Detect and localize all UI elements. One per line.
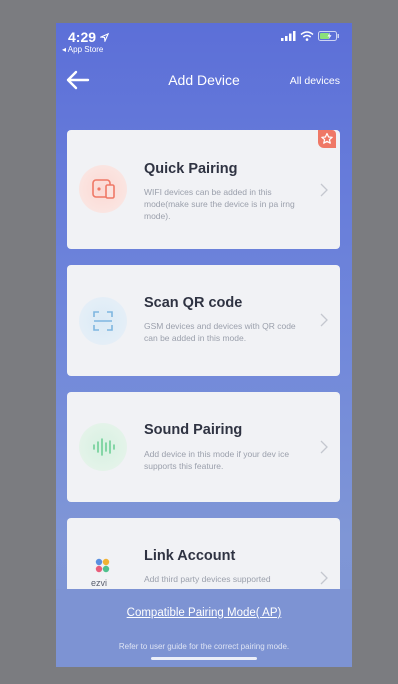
quick-pairing-icon-wrap xyxy=(79,165,127,213)
chevron-right-icon xyxy=(320,183,328,197)
card-title: Scan QR code xyxy=(144,295,243,311)
pairing-hint-text: Refer to user guide for the correct pair… xyxy=(118,642,290,651)
scan-qr-card[interactable]: Scan QR code GSM devices and devices wit… xyxy=(67,265,340,376)
status-time: 4:29 xyxy=(68,29,110,45)
card-description: WIFI devices can be added in this mode(m… xyxy=(144,187,295,221)
quick-pairing-card[interactable]: Quick Pairing WIFI devices can be added … xyxy=(67,130,340,249)
all-devices-link[interactable]: All devices xyxy=(290,75,340,87)
status-bar: 4:29 ◂ App Store xyxy=(56,23,352,57)
ezviz-logo-text: ezvi xyxy=(91,578,108,588)
chevron-right-icon xyxy=(320,440,328,454)
card-description: Add third party devices supported xyxy=(144,574,271,584)
sound-pairing-icon-wrap xyxy=(79,423,127,471)
compatible-pairing-mode-link[interactable]: Compatible Pairing Mode( AP) xyxy=(56,607,352,619)
cellular-signal-icon xyxy=(281,31,296,41)
star-badge-icon xyxy=(318,130,336,148)
card-description: Add device in this mode if your dev ice … xyxy=(144,449,290,471)
scan-frame-icon xyxy=(93,311,113,331)
card-title: Sound Pairing xyxy=(144,422,243,438)
scan-qr-icon-wrap xyxy=(79,297,127,345)
location-arrow-icon xyxy=(98,32,110,44)
sound-pairing-card[interactable]: Sound Pairing Add device in this mode if… xyxy=(67,392,340,502)
card-description: GSM devices and devices with QR code can… xyxy=(144,321,296,343)
home-indicator[interactable] xyxy=(151,657,257,660)
battery-charging-icon xyxy=(318,31,339,41)
nav-bar: Add Device All devices xyxy=(56,63,352,99)
card-title: Quick Pairing xyxy=(144,161,238,177)
card-title: Link Account xyxy=(144,548,236,564)
back-to-app-store[interactable]: ◂ App Store xyxy=(62,45,103,54)
phone-device-icon xyxy=(92,179,115,199)
wifi-icon xyxy=(300,31,314,41)
phone-screen: 4:29 ◂ App Store Add Device All devices … xyxy=(56,23,352,667)
sound-wave-icon xyxy=(93,438,115,456)
chevron-right-icon xyxy=(320,571,328,585)
chevron-right-icon xyxy=(320,313,328,327)
footer-panel xyxy=(56,589,352,667)
status-icons xyxy=(281,31,340,41)
